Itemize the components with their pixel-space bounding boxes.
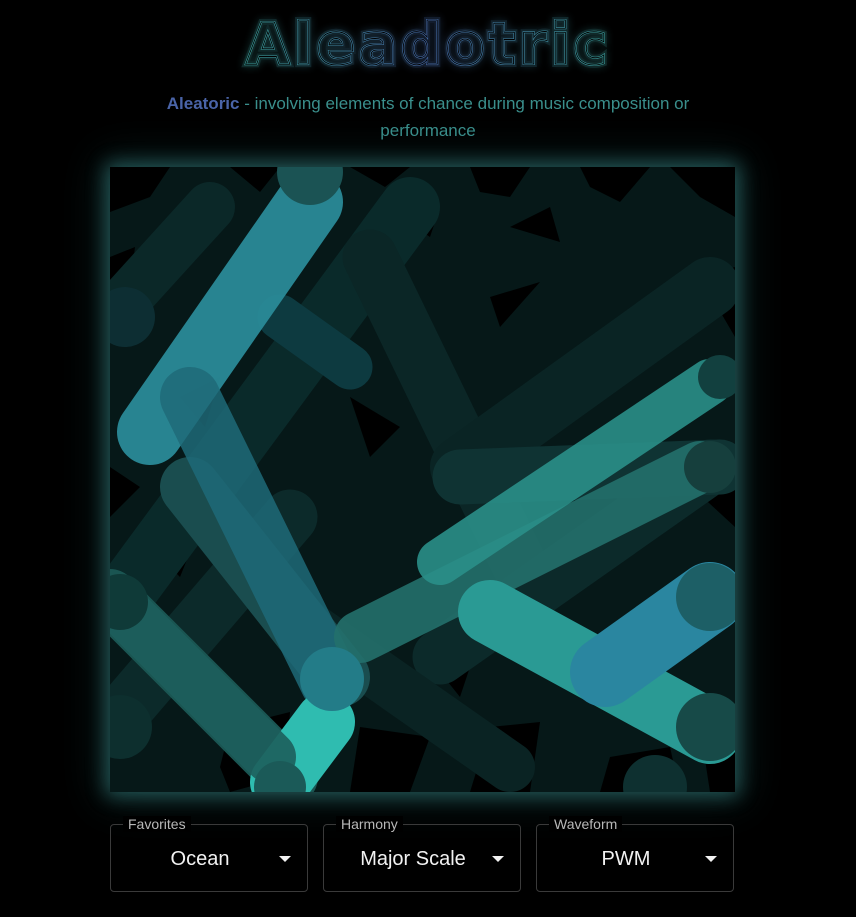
page: Aleadotric Aleadotric Aleadotric Aleator… [0,0,856,917]
dropdown-arrow-icon [492,856,504,862]
favorites-value: Ocean [170,848,230,870]
waveform-label: Waveform [549,816,623,832]
app-title-logo: Aleadotric Aleadotric Aleadotric [242,7,610,78]
app-description: Aleatoric - involving elements of chance… [140,90,716,144]
controls-bar: Favorites Ocean Harmony Major Scale Wave… [110,816,735,894]
visualizer-art [110,167,735,792]
dropdown-arrow-icon [279,856,291,862]
dropdown-arrow-icon [705,856,717,862]
visualizer-canvas[interactable] [110,167,735,792]
waveform-select[interactable]: Waveform PWM [536,816,734,892]
harmony-value: Major Scale [360,848,466,870]
title-banner: Aleadotric Aleadotric Aleadotric [0,6,856,78]
description-term: Aleatoric [166,94,240,113]
waveform-value: PWM [601,848,651,870]
favorites-select[interactable]: Favorites Ocean [110,816,308,892]
harmony-select[interactable]: Harmony Major Scale [323,816,521,892]
harmony-label: Harmony [336,816,403,832]
app-title-inline: Aleadotric [245,10,610,78]
description-text: - involving elements of chance during mu… [239,94,690,140]
favorites-label: Favorites [123,816,191,832]
